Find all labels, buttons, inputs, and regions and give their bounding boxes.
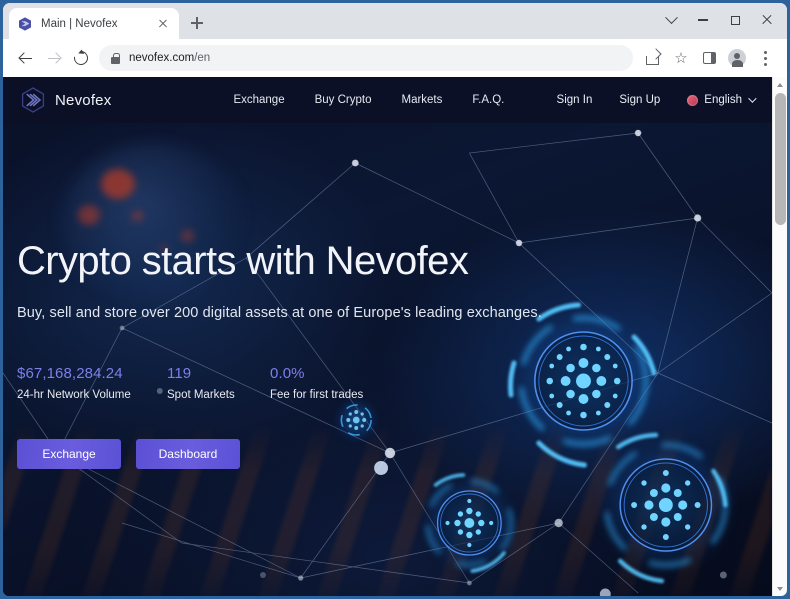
scrollbar-down-arrow[interactable] [773, 581, 787, 596]
site-auth-nav: Sign In Sign Up English [557, 94, 757, 106]
browser-window-frame: Main | Nevofex nevofex.com/en ☆ Nevofex … [0, 0, 790, 599]
stat-fee: 0.0% Fee for first trades [270, 365, 363, 401]
profile-avatar-icon [728, 49, 746, 67]
new-tab-button[interactable] [187, 13, 207, 33]
site-main-nav: Exchange Buy Crypto Markets F.A.Q. [233, 94, 504, 106]
address-bar[interactable]: nevofex.com/en [99, 45, 633, 71]
reload-button[interactable] [67, 44, 95, 72]
bookmark-button[interactable]: ☆ [667, 44, 695, 72]
window-minimize-button[interactable] [687, 5, 719, 35]
side-panel-button[interactable] [695, 44, 723, 72]
hero-cta-buttons: Exchange Dashboard [17, 439, 542, 469]
hero-content: Crypto starts with Nevofex Buy, sell and… [3, 123, 542, 469]
scrollbar-up-arrow[interactable] [773, 77, 787, 92]
scrollbar-thumb[interactable] [775, 93, 786, 225]
close-icon [761, 14, 773, 26]
nav-item-exchange[interactable]: Exchange [233, 94, 284, 106]
browser-menu-button[interactable] [751, 44, 779, 72]
star-icon: ☆ [674, 49, 688, 67]
stat-label: Spot Markets [167, 389, 235, 401]
uk-flag-icon [687, 94, 699, 106]
stat-value: 119 [167, 365, 192, 382]
lock-icon [111, 52, 120, 64]
stat-spot-markets: 119 Spot Markets [167, 365, 270, 401]
site-header: Nevofex Exchange Buy Crypto Markets F.A.… [3, 77, 772, 123]
forward-arrow-icon [47, 52, 60, 65]
window-controls [655, 5, 783, 35]
browser-toolbar: nevofex.com/en ☆ [3, 39, 787, 77]
chevron-down-icon [748, 94, 757, 103]
address-bar-url: nevofex.com/en [129, 52, 210, 64]
url-path: /en [194, 52, 211, 64]
stat-value: 0.0% [270, 365, 305, 382]
exchange-button[interactable]: Exchange [17, 439, 121, 469]
share-icon [646, 51, 660, 65]
language-label: English [704, 94, 742, 106]
kebab-menu-icon [763, 50, 767, 66]
window-maximize-button[interactable] [719, 5, 751, 35]
nav-item-faq[interactable]: F.A.Q. [472, 94, 504, 106]
maximize-icon [730, 15, 740, 25]
browser-tab[interactable]: Main | Nevofex [9, 8, 179, 39]
crypto-coin-medium [590, 429, 742, 584]
page-viewport: Nevofex Exchange Buy Crypto Markets F.A.… [3, 77, 787, 596]
tab-title: Main | Nevofex [41, 17, 118, 30]
window-expand-button[interactable] [655, 5, 687, 35]
tab-close-icon[interactable] [155, 16, 171, 32]
window-close-button[interactable] [751, 5, 783, 35]
chevron-down-icon [664, 10, 678, 24]
sign-up-link[interactable]: Sign Up [619, 94, 660, 106]
reload-icon [71, 48, 91, 68]
site-logo[interactable]: Nevofex [21, 87, 111, 113]
site-brand-name: Nevofex [55, 91, 112, 109]
profile-button[interactable] [723, 44, 751, 72]
language-selector[interactable]: English [687, 94, 757, 106]
stat-network-volume: $67,168,284.24 24-hr Network Volume [17, 365, 167, 401]
hero-stats: $67,168,284.24 24-hr Network Volume 119 … [17, 365, 542, 401]
web-page: Nevofex Exchange Buy Crypto Markets F.A.… [3, 77, 772, 596]
stat-value: $67,168,284.24 [17, 365, 123, 382]
minimize-icon [698, 19, 708, 21]
dashboard-button[interactable]: Dashboard [136, 439, 240, 469]
url-domain: nevofex.com [129, 52, 195, 64]
side-panel-icon [702, 52, 716, 64]
tab-favicon-icon [17, 16, 33, 32]
hero-heading: Crypto starts with Nevofex [17, 239, 469, 283]
sign-in-link[interactable]: Sign In [557, 94, 593, 106]
tab-strip: Main | Nevofex [3, 3, 787, 39]
crypto-coin-small [415, 469, 523, 577]
back-arrow-icon [19, 52, 32, 65]
nav-item-markets[interactable]: Markets [401, 94, 442, 106]
hero-subheading: Buy, sell and store over 200 digital ass… [17, 305, 542, 321]
share-button[interactable] [639, 44, 667, 72]
forward-button[interactable] [39, 44, 67, 72]
toolbar-actions: ☆ [639, 44, 779, 72]
nav-item-buy-crypto[interactable]: Buy Crypto [315, 94, 372, 106]
browser-window: Main | Nevofex nevofex.com/en ☆ Nevofex … [3, 3, 787, 596]
back-button[interactable] [11, 44, 39, 72]
nevofex-hexagon-logo-icon [21, 87, 45, 113]
page-scrollbar[interactable] [772, 77, 787, 596]
stat-label: 24-hr Network Volume [17, 389, 131, 401]
stat-label: Fee for first trades [270, 389, 364, 401]
hero-section: Crypto starts with Nevofex Buy, sell and… [3, 123, 772, 596]
